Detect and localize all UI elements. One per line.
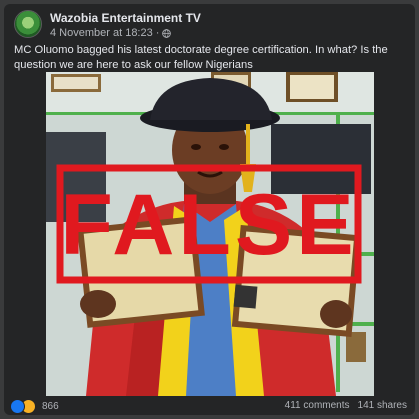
like-icon	[10, 399, 25, 414]
post-caption: MC Oluomo bagged his latest doctorate de…	[14, 44, 388, 71]
globe-icon	[162, 28, 172, 38]
post-header: Wazobia Entertainment TV 4 November at 1…	[14, 10, 409, 40]
reaction-count: 866	[42, 401, 59, 412]
shares-link[interactable]: 141 shares	[358, 400, 407, 411]
comments-link[interactable]: 411 comments	[285, 400, 350, 411]
page-avatar[interactable]	[14, 10, 42, 38]
post-stats: 411 comments 141 shares	[285, 400, 407, 411]
post-meta: 4 November at 18:23 ·	[50, 27, 172, 39]
page-name-link[interactable]: Wazobia Entertainment TV	[50, 11, 201, 25]
reactions-summary[interactable]: 866	[10, 399, 59, 414]
false-stamp-text: FALSE	[60, 177, 358, 273]
post-photo[interactable]: FALSE	[46, 72, 374, 396]
post-footer: 866 411 comments 141 shares	[4, 397, 415, 415]
facebook-post-card: Wazobia Entertainment TV 4 November at 1…	[4, 4, 415, 415]
meta-separator: ·	[155, 27, 160, 39]
post-timestamp[interactable]: 4 November at 18:23	[50, 27, 153, 39]
